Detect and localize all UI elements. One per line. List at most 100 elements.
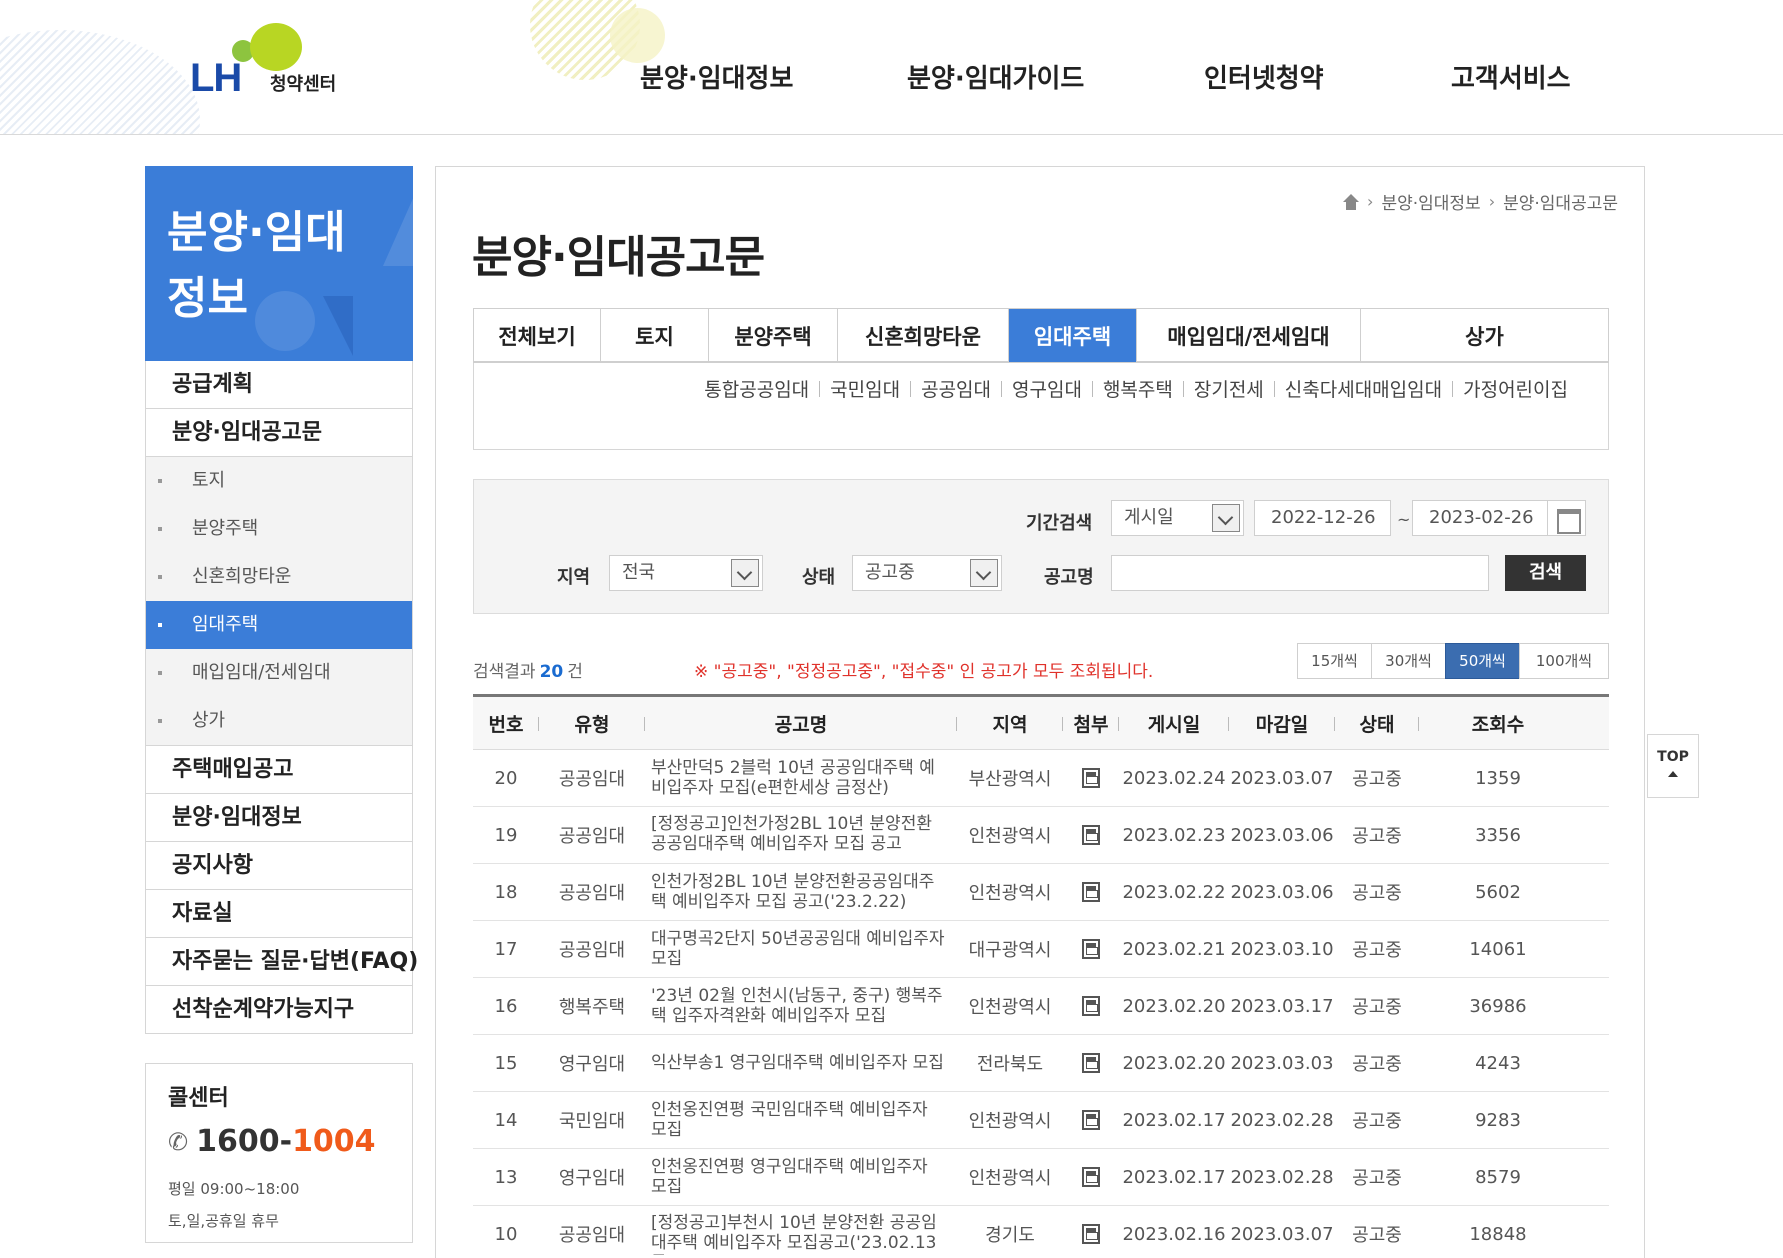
sidebar-item-faq[interactable]: 자주묻는 질문·답변(FAQ)	[146, 938, 418, 986]
cell-type: 영구임대	[558, 1168, 626, 1189]
column-header-region: 지역	[957, 697, 1063, 749]
table-row[interactable]: 17 공공임대 대구명곡2단지 50년공공임대 예비입주자 모집 대구광역시 2023.…	[473, 921, 1609, 978]
subtab-home-daycare[interactable]: 가정어린이집	[1463, 375, 1568, 402]
table-row[interactable]: 19 공공임대 [정정공고]인천가정2BL 10년 분양전환공공임대주택 예비입주자…	[473, 807, 1609, 864]
cell-title[interactable]: 인천가정2BL 10년 분양전환공공임대주택 예비입주자 모집 공고('23.2…	[645, 864, 957, 920]
tab-land[interactable]: 토지	[601, 309, 709, 362]
tab-newlywed-town[interactable]: 신혼희망타운	[838, 309, 1009, 362]
sidebar-item-housing-purchase[interactable]: 주택매입공고	[146, 746, 412, 794]
gnb-internet-subscription[interactable]: 인터넷청약	[1204, 58, 1451, 95]
page-size-100[interactable]: 100개씩	[1519, 643, 1609, 679]
table-row[interactable]: 15 영구임대 익산부송1 영구임대주택 예비입주자 모집 전라북도 2023.02.2…	[473, 1035, 1609, 1092]
gnb-sale-rent-info[interactable]: 분양·임대정보	[640, 58, 907, 95]
title-search-input[interactable]	[1111, 555, 1489, 591]
cell-type: 공공임대	[558, 940, 626, 961]
subtab-national-rental[interactable]: 국민임대	[830, 375, 900, 402]
cell-status: 공고중	[1352, 940, 1402, 961]
save-file-icon[interactable]	[1082, 768, 1100, 788]
table-body: 20 공공임대 부산만덕5 2블럭 10년 공공임대주택 예비입주자 모집(e편한세…	[473, 750, 1609, 1258]
sidebar-item-archive[interactable]: 자료실	[146, 890, 412, 938]
save-file-icon[interactable]	[1082, 1167, 1100, 1187]
subtab-new-multi-unit[interactable]: 신축다세대매입임대	[1285, 375, 1442, 402]
column-header-posted: 게시일	[1119, 697, 1229, 749]
tab-sale-housing[interactable]: 분양주택	[709, 309, 838, 362]
subtab-public-rental[interactable]: 공공임대	[921, 375, 991, 402]
sidebar-subitem-sale-housing[interactable]: 분양주택	[146, 505, 412, 553]
page-size-30[interactable]: 30개씩	[1371, 643, 1446, 679]
table-row[interactable]: 14 국민임대 인천옹진연평 국민임대주택 예비입주자 모집 인천광역시 2023.02…	[473, 1092, 1609, 1149]
table-row[interactable]: 16 행복주택 '23년 02월 인천시(남동구, 중구) 행복주택 입주자격완화 …	[473, 978, 1609, 1035]
search-button[interactable]: 검색	[1505, 555, 1586, 591]
gnb-customer-service[interactable]: 고객서비스	[1451, 58, 1571, 95]
sidebar-item-sale-rent-info[interactable]: 분양·임대정보	[146, 794, 412, 842]
sidebar-subitem-newlywed-town[interactable]: 신혼희망타운	[146, 553, 412, 601]
cell-no: 14	[494, 1109, 518, 1131]
cell-title[interactable]: 익산부송1 영구임대주택 예비입주자 모집	[645, 1035, 957, 1091]
cell-no: 13	[494, 1166, 518, 1188]
subtabs: 통합공공임대 국민임대 공공임대 영구임대 행복주택 장기전세 신축다세대매입임…	[704, 375, 1568, 402]
tab-rental-housing[interactable]: 임대주택	[1009, 309, 1137, 362]
save-file-icon[interactable]	[1082, 1053, 1100, 1073]
sidebar-item-notices[interactable]: 공지사항	[146, 842, 412, 890]
save-file-icon[interactable]	[1082, 882, 1100, 902]
subtab-integrated-public[interactable]: 통합공공임대	[704, 375, 809, 402]
tab-purchase-rental[interactable]: 매입임대/전세임대	[1137, 309, 1361, 362]
cell-no: 18	[494, 881, 518, 903]
region-label: 지역	[557, 567, 591, 588]
lh-logo[interactable]: LH 청약센터	[190, 18, 370, 100]
table-row[interactable]: 13 영구임대 인천옹진연평 영구임대주택 예비입주자 모집 인천광역시 2023.02…	[473, 1149, 1609, 1206]
cell-title[interactable]: 대구명곡2단지 50년공공임대 예비입주자 모집	[645, 921, 957, 977]
table-row[interactable]: 18 공공임대 인천가정2BL 10년 분양전환공공임대주택 예비입주자 모집 공고…	[473, 864, 1609, 921]
cell-status: 공고중	[1352, 1225, 1402, 1246]
table-row[interactable]: 10 공공임대 [정정공고]부천시 10년 분양전환 공공임대주택 예비입주자 모집…	[473, 1206, 1609, 1258]
sidebar-item-announcements[interactable]: 분양·임대공고문	[146, 409, 412, 457]
cell-status: 공고중	[1352, 1168, 1402, 1189]
save-file-icon[interactable]	[1082, 1110, 1100, 1130]
cell-title[interactable]: 인천옹진연평 영구임대주택 예비입주자 모집	[645, 1149, 957, 1205]
home-icon[interactable]	[1343, 193, 1360, 210]
region-select[interactable]: 전국	[609, 555, 763, 591]
sidebar-subitem-rental-housing[interactable]: 임대주택	[146, 601, 412, 649]
calendar-icon[interactable]	[1547, 501, 1585, 535]
subtab-permanent-rental[interactable]: 영구임대	[1012, 375, 1082, 402]
subtab-happy-housing[interactable]: 행복주택	[1103, 375, 1173, 402]
cell-status: 공고중	[1352, 883, 1402, 904]
save-file-icon[interactable]	[1082, 825, 1100, 845]
cell-deadline: 2023.03.07	[1230, 1223, 1334, 1245]
site-header: LH 청약센터 분양·임대정보 분양·임대가이드 인터넷청약 고객서비스	[0, 0, 1783, 135]
cell-title[interactable]: [정정공고]부천시 10년 분양전환 공공임대주택 예비입주자 모집공고('23…	[645, 1206, 957, 1258]
sidebar-subitem-land[interactable]: 토지	[146, 457, 412, 505]
gnb-sale-rent-guide[interactable]: 분양·임대가이드	[907, 58, 1204, 95]
table-row[interactable]: 20 공공임대 부산만덕5 2블럭 10년 공공임대주택 예비입주자 모집(e편한세…	[473, 750, 1609, 807]
breadcrumb: › 분양·임대정보 › 분양·임대공고문	[1343, 189, 1618, 214]
breadcrumb-item[interactable]: 분양·임대정보	[1381, 189, 1480, 214]
cell-region: 인천광역시	[968, 883, 1052, 904]
sidebar-subitem-purchase-rental[interactable]: 매입임대/전세임대	[146, 649, 412, 697]
cell-type: 영구임대	[558, 1054, 626, 1075]
cell-title[interactable]: 부산만덕5 2블럭 10년 공공임대주택 예비입주자 모집(e편한세상 금정산)	[645, 750, 957, 806]
page-size-50[interactable]: 50개씩	[1445, 643, 1520, 679]
sidebar-item-first-come[interactable]: 선착순계약가능지구	[146, 986, 412, 1034]
cell-title[interactable]: '23년 02월 인천시(남동구, 중구) 행복주택 입주자격완화 예비입주자 …	[645, 978, 957, 1034]
status-select[interactable]: 공고중	[852, 555, 1002, 591]
sidebar-item-supply-plan[interactable]: 공급계획	[146, 361, 412, 409]
cell-region: 인천광역시	[968, 826, 1052, 847]
period-type-select[interactable]: 게시일	[1111, 500, 1244, 536]
save-file-icon[interactable]	[1082, 1224, 1100, 1244]
tab-commercial[interactable]: 상가	[1361, 309, 1608, 362]
save-file-icon[interactable]	[1082, 939, 1100, 959]
callcenter-hours: 평일 09:00~18:00 토,일,공휴일 휴무	[168, 1180, 300, 1230]
cell-title[interactable]: [정정공고]인천가정2BL 10년 분양전환공공임대주택 예비입주자 모집 공고…	[645, 807, 957, 863]
announcement-table: 번호 유형 공고명 지역 첨부 게시일 마감일 상태 조회수 20 공공임대 부산만덕5 2블럭 1…	[473, 694, 1609, 1258]
sidebar-subitem-commercial[interactable]: 상가	[146, 697, 412, 745]
page-size-15[interactable]: 15개씩	[1297, 643, 1372, 679]
scroll-top-button[interactable]: TOP	[1647, 734, 1699, 798]
breadcrumb-item[interactable]: 분양·임대공고문	[1503, 189, 1618, 214]
save-file-icon[interactable]	[1082, 996, 1100, 1016]
cell-title[interactable]: 인천옹진연평 국민임대주택 예비입주자 모집	[645, 1092, 957, 1148]
date-to-input[interactable]: 2023-02-26	[1412, 500, 1586, 536]
subtab-long-term-jeonse[interactable]: 장기전세	[1194, 375, 1264, 402]
date-from-input[interactable]: 2022-12-26	[1254, 500, 1391, 536]
cell-type: 국민임대	[558, 1111, 626, 1132]
tab-all[interactable]: 전체보기	[474, 309, 601, 362]
